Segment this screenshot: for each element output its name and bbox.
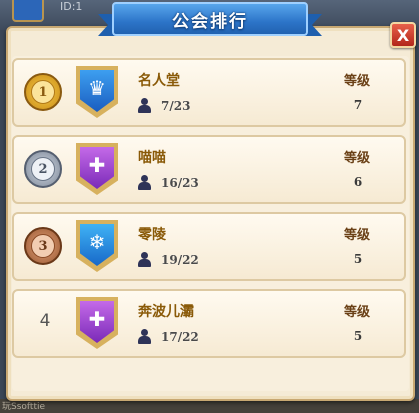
- swords-emblem-icon: ✚: [80, 147, 114, 189]
- guild-emblem-icon: ✚: [76, 297, 118, 349]
- guild-name: 奔波儿灞: [138, 304, 194, 320]
- player-id: ID:1: [60, 0, 83, 13]
- person-icon: [138, 98, 151, 113]
- member-count: 19/22: [161, 252, 199, 267]
- guild-level: 6: [353, 175, 363, 189]
- guild-level: 5: [353, 252, 363, 266]
- silver-medal-icon: 2: [24, 150, 62, 188]
- guild-row-4[interactable]: 4 ✚ 奔波儿灞 17/22 等级 5: [12, 289, 406, 358]
- guild-level: 5: [353, 329, 363, 343]
- member-count-group: 17/22: [138, 329, 199, 344]
- level-label: 等级: [344, 151, 371, 166]
- player-avatar: [12, 0, 44, 22]
- person-icon: [138, 175, 151, 190]
- member-count-group: 19/22: [138, 252, 199, 267]
- level-label: 等级: [344, 305, 371, 320]
- level-label: 等级: [344, 74, 371, 89]
- ribbon-body: 公会排行: [112, 2, 308, 36]
- background-footer: 玩Ssofttie: [0, 399, 419, 413]
- person-icon: [138, 329, 151, 344]
- guild-emblem-icon: ❄: [76, 220, 118, 272]
- guild-row-3[interactable]: 3 ❄ 零陵 19/22 等级 5: [12, 212, 406, 281]
- guild-ranking-list: 1 ♛ 名人堂 7/23 等级 7 2 ✚ 喵喵 16/23 等级 6 3 ❄ …: [12, 58, 406, 366]
- guild-emblem-icon: ♛: [76, 66, 118, 118]
- guild-level: 7: [353, 98, 363, 112]
- close-icon: X: [396, 25, 410, 45]
- member-count: 16/23: [161, 175, 199, 190]
- member-count-group: 16/23: [138, 175, 199, 190]
- guild-row-2[interactable]: 2 ✚ 喵喵 16/23 等级 6: [12, 135, 406, 204]
- close-button[interactable]: X: [390, 22, 416, 48]
- bronze-medal-icon: 3: [24, 227, 62, 265]
- rank-number: 2: [31, 157, 55, 181]
- panel-title: 公会排行: [172, 11, 248, 32]
- snowflake-emblem-icon: ❄: [80, 224, 114, 266]
- rank-number: 3: [31, 234, 55, 258]
- guild-name: 喵喵: [138, 150, 166, 166]
- member-count-group: 7/23: [138, 98, 190, 113]
- member-count: 17/22: [161, 329, 199, 344]
- guild-name: 零陵: [138, 227, 166, 243]
- title-ribbon: 公会排行: [98, 2, 308, 38]
- guild-emblem-icon: ✚: [76, 143, 118, 195]
- gold-medal-icon: 1: [24, 73, 62, 111]
- crown-emblem-icon: ♛: [80, 70, 114, 112]
- rank-number: 4: [39, 311, 51, 331]
- guild-row-1[interactable]: 1 ♛ 名人堂 7/23 等级 7: [12, 58, 406, 127]
- rank-number: 1: [31, 80, 55, 104]
- guild-name: 名人堂: [138, 73, 180, 89]
- person-icon: [138, 252, 151, 267]
- member-count: 7/23: [161, 98, 191, 113]
- level-label: 等级: [344, 228, 371, 243]
- swords-emblem-icon: ✚: [80, 301, 114, 343]
